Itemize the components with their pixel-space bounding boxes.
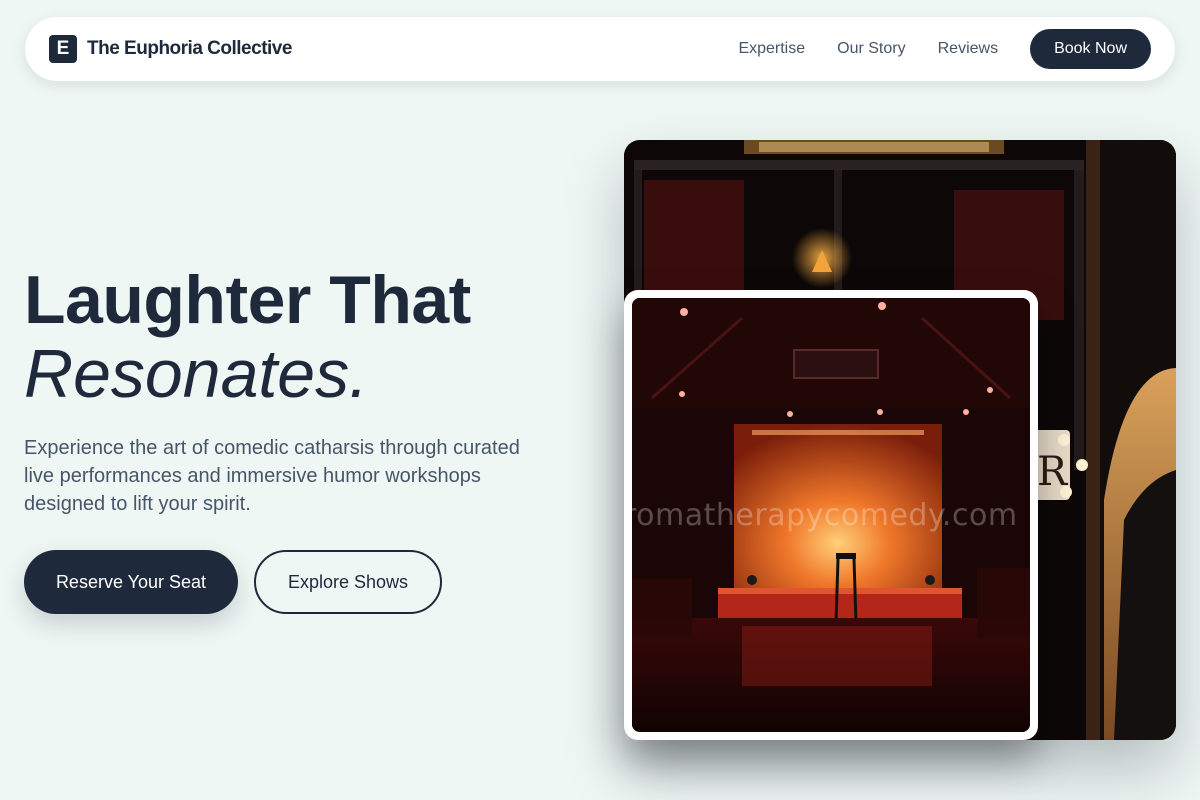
nav-link-expertise[interactable]: Expertise [738, 40, 805, 58]
stage-photo-card: romatherapycomedy.com [624, 290, 1038, 740]
watermark-text: romatherapycomedy.com [632, 498, 1018, 533]
nav-link-reviews[interactable]: Reviews [938, 40, 998, 58]
book-now-button[interactable]: Book Now [1030, 29, 1151, 69]
hero-title-line1: Laughter That [24, 262, 471, 338]
nav-link-our-story[interactable]: Our Story [837, 40, 905, 58]
nav-links: Expertise Our Story Reviews [738, 40, 998, 58]
brand-name[interactable]: The Euphoria Collective [87, 38, 292, 60]
reserve-seat-button[interactable]: Reserve Your Seat [24, 550, 238, 614]
logo-icon[interactable]: E [49, 35, 77, 63]
hero-title: Laughter That Resonates. [24, 262, 584, 410]
hero-title-line2: Resonates. [24, 336, 368, 412]
hero-subtitle: Experience the art of comedic catharsis … [24, 437, 520, 515]
explore-shows-button[interactable]: Explore Shows [254, 550, 442, 614]
top-navbar: E The Euphoria Collective Expertise Our … [25, 17, 1175, 81]
stage-photo: romatherapycomedy.com [632, 298, 1030, 732]
